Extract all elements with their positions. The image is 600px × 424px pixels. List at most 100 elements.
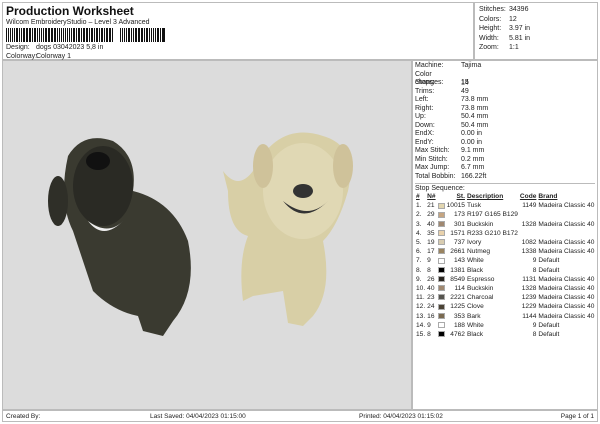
info-value: 49	[461, 87, 469, 95]
yellow-dog	[223, 132, 353, 326]
stop-index: 9.	[416, 275, 422, 283]
brand: Madeira Classic 40	[538, 303, 595, 311]
info-label: Total Bobbin:	[415, 172, 456, 180]
brand: Madeira Classic 40	[538, 202, 595, 210]
needle: 29	[427, 211, 435, 219]
info-value: 50.4 mm	[461, 121, 489, 129]
info-row: Min Stitch: 0.2 mm	[415, 156, 595, 165]
description: Buckskin	[466, 284, 494, 292]
info-value: 15	[461, 79, 469, 86]
stop-index: 7.	[416, 257, 422, 265]
info-row: Max Stitch: 9.1 mm	[415, 147, 595, 156]
info-row: Up: 50.4 mm	[415, 113, 595, 122]
description: Ivory	[466, 239, 482, 247]
stitch-count: 737	[453, 239, 465, 247]
info-value: 0.2 mm	[461, 155, 485, 163]
description: Espresso	[466, 275, 495, 283]
info-label: Down:	[415, 121, 435, 129]
table-row: 14. 9 188 White 9 Default	[415, 321, 595, 330]
col-brand: Brand	[538, 193, 558, 201]
stat-row: Width: 5.81 in	[479, 34, 593, 44]
description: Black	[466, 266, 484, 274]
needle: 16	[427, 312, 435, 320]
description: Nutmeg	[466, 248, 491, 256]
stop-index: 15.	[416, 330, 426, 338]
info-row: Machine: Tajima	[415, 62, 595, 71]
info-label: EndY:	[415, 138, 434, 146]
page-number: Page 1 of 1	[560, 413, 594, 420]
stat-value: 34396	[509, 6, 529, 13]
stop-index: 13.	[416, 312, 426, 320]
color-swatch	[437, 256, 446, 265]
stop-sequence-table: # N# St. Description Code Brand 1. 21 10…	[415, 192, 595, 339]
colorway-label: Colorway:	[6, 53, 38, 60]
code: 8	[532, 266, 537, 274]
stitch-count: 353	[453, 312, 465, 320]
stat-value: 5.81 in	[509, 34, 531, 42]
design-preview	[2, 60, 412, 410]
needle: 19	[427, 239, 435, 247]
stitch-count: 188	[453, 321, 465, 329]
brand	[537, 229, 595, 238]
stitch-count: 8549	[450, 275, 465, 283]
table-row: 15. 8 4762 Black 8 Default	[415, 330, 595, 339]
code: 1328	[521, 284, 537, 292]
needle: 17	[427, 248, 435, 256]
info-label: Up:	[415, 113, 426, 120]
colorway-field: Colorway:Colorway 1	[6, 53, 71, 60]
description: Tusk	[466, 202, 481, 210]
needle: 40	[427, 284, 435, 292]
col-index: #	[416, 193, 420, 201]
stop-index: 6.	[416, 248, 422, 256]
table-row: 5. 19 737 Ivory 1082 Madeira Classic 40	[415, 238, 595, 247]
code: 1082	[521, 239, 537, 247]
brand	[537, 210, 595, 219]
info-row: Down: 50.4 mm	[415, 122, 595, 131]
stitch-count: 114	[454, 284, 465, 292]
table-row: 11. 23 2221 Charcoal 1239 Madeira Classi…	[415, 293, 595, 302]
description: White	[466, 257, 484, 265]
color-swatch	[437, 238, 446, 247]
stat-row: Zoom: 1:1	[479, 43, 593, 53]
machine-info-panel: Machine: Tajima Color changes: 14 Stops: 15 Tr…	[412, 60, 598, 410]
stat-label: Zoom:	[479, 44, 499, 51]
info-row: Color changes: 14	[415, 71, 595, 87]
stop-index: 8.	[416, 266, 422, 274]
stat-value: 12	[509, 15, 517, 23]
subtitle: Wilcom EmbroideryStudio – Level 3 Advanc…	[6, 19, 150, 26]
stat-label: Colors:	[479, 15, 502, 23]
table-row: 8. 8 1381 Black 8 Default	[415, 266, 595, 275]
description: Clove	[466, 303, 484, 311]
colorway-value: Colorway 1	[36, 53, 72, 60]
info-value: 0.00 in	[461, 138, 483, 146]
brand: Madeira Classic 40	[538, 220, 595, 228]
stitch-count: 173	[453, 211, 465, 219]
stat-label: Width:	[479, 34, 499, 42]
info-label: Machine:	[415, 62, 444, 69]
brand: Madeira Classic 40	[538, 275, 595, 283]
stitch-count: 4762	[450, 330, 465, 338]
table-row: 1. 21 10015 Tusk 1149 Madeira Classic 40	[415, 201, 595, 210]
color-swatch	[437, 293, 446, 302]
code: 1338	[521, 248, 537, 256]
table-row: 10. 40 114 Buckskin 1328 Madeira Classic…	[415, 284, 595, 293]
description: Buckskin	[466, 220, 494, 228]
code: 1328	[521, 220, 537, 228]
needle: 24	[427, 303, 435, 311]
info-label: Left:	[415, 96, 429, 103]
stop-index: 10.	[416, 284, 426, 292]
footer: Created By: Last Saved: 04/04/2023 01:15…	[2, 410, 598, 422]
created-by: Created By:	[6, 413, 41, 420]
embroidery-dogs-image	[48, 132, 353, 336]
page-title: Production Worksheet	[6, 4, 134, 18]
table-row: 12. 24 1225 Clove 1229 Madeira Classic 4…	[415, 302, 595, 311]
stitch-count: 1225	[450, 303, 465, 311]
code: 1229	[521, 303, 537, 311]
info-row: Trims: 49	[415, 88, 595, 97]
color-swatch	[437, 311, 446, 320]
info-label: Max Jump:	[415, 164, 450, 171]
info-row: Max Jump: 6.7 mm	[415, 164, 595, 173]
stop-index: 3.	[416, 220, 422, 228]
info-value: 166.22ft	[461, 172, 487, 180]
table-row: 13. 16 353 Bark 1144 Madeira Classic 40	[415, 311, 595, 320]
